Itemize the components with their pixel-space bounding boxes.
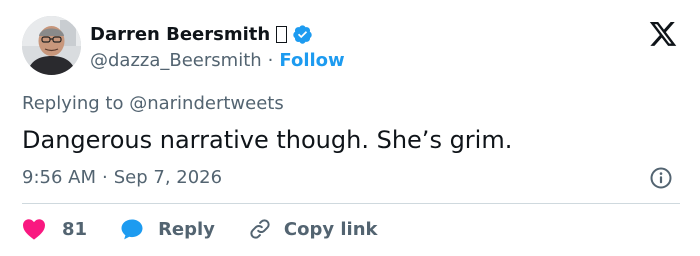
link-icon <box>250 219 270 239</box>
follow-button[interactable]: Follow <box>279 50 344 71</box>
separator: · <box>267 49 274 71</box>
tweet-text: Dangerous narrative though. She’s grim. <box>22 126 513 154</box>
tofu-box-icon <box>276 25 288 43</box>
info-icon[interactable] <box>649 166 673 190</box>
reply-button[interactable]: Reply <box>120 217 215 241</box>
like-count: 81 <box>62 218 88 240</box>
reply-to-handle[interactable]: @narindertweets <box>129 93 284 114</box>
separator: · <box>102 167 108 188</box>
avatar[interactable] <box>22 16 81 75</box>
tweet-time[interactable]: 9:56 AM <box>22 167 96 188</box>
divider <box>22 203 680 204</box>
speech-bubble-icon <box>121 219 143 240</box>
tweet-timestamp[interactable]: 9:56 AM · Sep 7, 2026 <box>22 167 222 188</box>
reply-context: Replying to @narindertweets <box>22 93 284 114</box>
like-button[interactable]: 81 <box>22 218 87 240</box>
action-bar: 81 Reply Copy link <box>22 215 378 243</box>
copy-link-button[interactable]: Copy link <box>248 217 378 241</box>
verified-badge-icon <box>292 24 313 45</box>
tweet-date[interactable]: Sep 7, 2026 <box>114 167 222 188</box>
reply-prefix: Replying to <box>22 93 124 114</box>
author-handle[interactable]: @dazza_Beersmith <box>90 50 262 71</box>
heart-icon <box>23 219 45 240</box>
copy-link-label: Copy link <box>283 218 378 240</box>
display-name[interactable]: Darren Beersmith <box>90 24 270 45</box>
reply-label: Reply <box>158 218 215 240</box>
x-logo-icon[interactable] <box>648 22 678 49</box>
